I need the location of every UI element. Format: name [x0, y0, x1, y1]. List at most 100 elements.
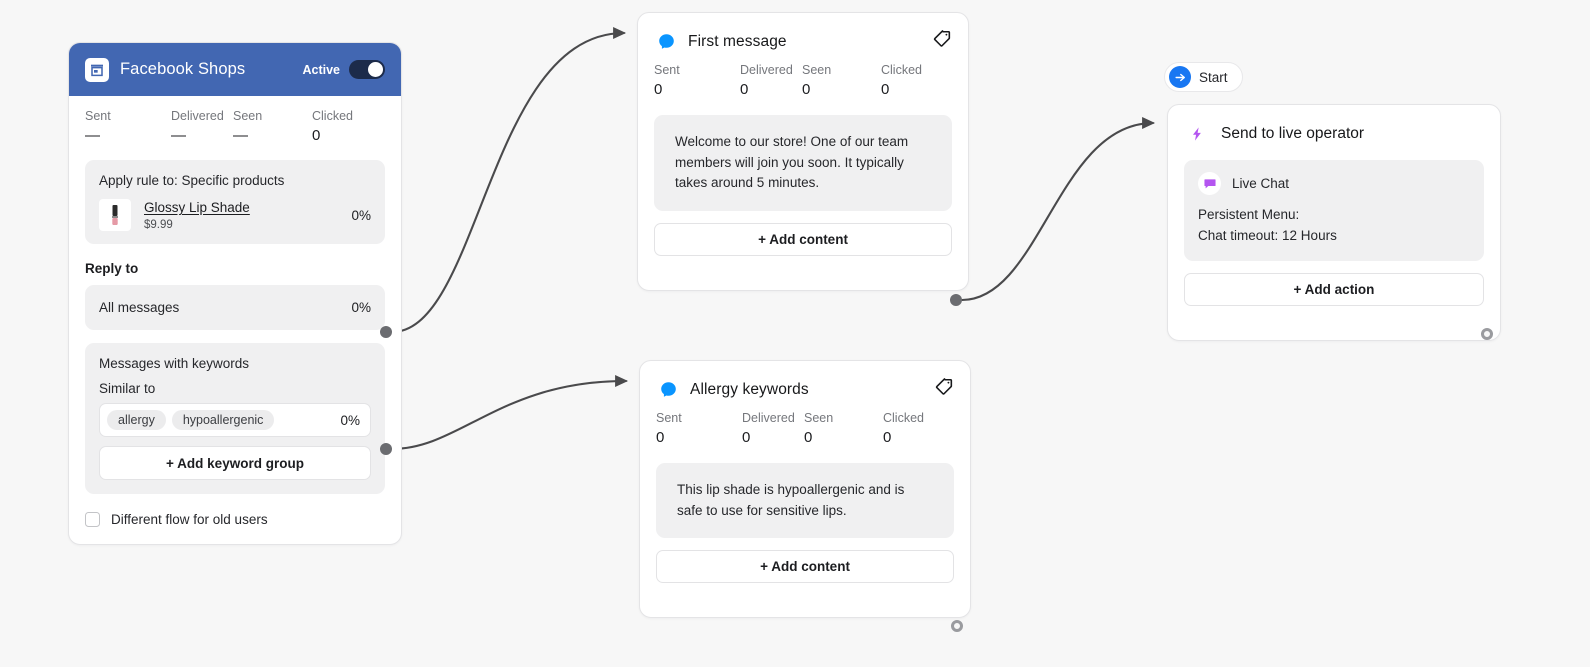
stat-seen: Seen 0: [802, 62, 881, 101]
product-name-link[interactable]: Glossy Lip Shade: [144, 200, 250, 215]
node-title: First message: [688, 32, 787, 50]
send-to-live-operator-node[interactable]: Send to live operator Live Chat Persiste…: [1167, 104, 1501, 341]
different-flow-row[interactable]: Different flow for old users: [69, 494, 401, 544]
stat-value: 0: [312, 127, 321, 144]
keyword-group-heading: Messages with keywords: [99, 356, 250, 371]
node-footer: [638, 256, 968, 290]
keyword-group-sublabel: Similar to: [99, 381, 156, 396]
stat-clicked: Clicked 0: [881, 62, 922, 101]
stat-seen: Seen 0: [804, 410, 883, 449]
different-flow-checkbox[interactable]: [85, 512, 100, 527]
stat-clicked: Clicked 0: [312, 108, 353, 147]
keyword-chip[interactable]: allergy: [107, 410, 166, 430]
stat-clicked: Clicked 0: [883, 410, 924, 449]
start-label: Start: [1199, 69, 1228, 85]
live-chat-icon: [1198, 172, 1221, 195]
persistent-menu-line: Persistent Menu:: [1198, 207, 1300, 222]
stat-value: 0: [654, 81, 663, 98]
start-badge[interactable]: Start: [1164, 62, 1243, 92]
stat-delivered: Delivered 0: [740, 62, 802, 101]
message-bubble[interactable]: This lip shade is hypoallergenic and is …: [656, 463, 954, 538]
stat-value: 0: [740, 81, 749, 98]
edge-keywords-to-allergy-keywords: [390, 374, 629, 451]
stat-value: 0: [656, 429, 665, 446]
node-header[interactable]: Allergy keywords: [640, 361, 970, 402]
product-percent: 0%: [351, 207, 371, 223]
shops-stats-row: Sent — Delivered — Seen — Clicked 0: [69, 96, 401, 151]
facebook-shops-storefront-icon: [85, 57, 109, 82]
lipstick-product-thumbnail: [99, 199, 131, 231]
stat-value: 0: [802, 81, 811, 98]
apply-rule-block[interactable]: Apply rule to: Specific products Glossy …: [85, 160, 385, 244]
stat-sent: Sent —: [85, 108, 171, 147]
message-stats-row: Sent 0 Delivered 0 Seen 0 Clicked 0: [638, 54, 968, 101]
keyword-chip[interactable]: hypoallergenic: [171, 410, 275, 430]
allergy-keywords-node[interactable]: Allergy keywords Sent 0 Delivered 0 Seen…: [639, 360, 971, 618]
stat-label: Seen: [802, 63, 832, 77]
stat-label: Sent: [85, 109, 111, 123]
arrow-right-circle-icon: [1169, 66, 1191, 88]
node-footer: [1168, 306, 1500, 340]
stat-label: Seen: [233, 109, 263, 123]
active-label: Active: [302, 62, 340, 77]
stat-label: Seen: [804, 411, 834, 425]
stat-label: Delivered: [742, 411, 795, 425]
edge-all-messages-to-first-message: [390, 27, 627, 334]
product-row[interactable]: Glossy Lip Shade $9.99 0%: [99, 199, 371, 231]
stat-sent: Sent 0: [656, 410, 742, 449]
active-toggle[interactable]: [349, 60, 385, 79]
reply-all-messages-row[interactable]: All messages 0%: [85, 285, 385, 330]
add-keyword-group-button[interactable]: + Add keyword group: [99, 446, 371, 480]
keyword-group-percent: 0%: [340, 412, 360, 428]
stat-label: Sent: [656, 411, 682, 425]
stat-delivered: Delivered 0: [742, 410, 804, 449]
output-handle-all-messages[interactable]: [380, 326, 392, 338]
node-header[interactable]: Send to live operator: [1168, 105, 1500, 146]
node-footer: [640, 583, 970, 617]
lightning-bolt-icon: [1184, 121, 1209, 146]
reply-to-label: Reply to: [85, 261, 139, 276]
message-stats-row: Sent 0 Delivered 0 Seen 0 Clicked 0: [640, 402, 970, 449]
keyword-chip-row[interactable]: allergy hypoallergenic 0%: [99, 403, 371, 437]
live-chat-block[interactable]: Live Chat Persistent Menu: Chat timeout:…: [1184, 160, 1484, 261]
product-meta: Glossy Lip Shade $9.99: [144, 199, 250, 231]
node-title: Facebook Shops: [120, 60, 246, 78]
output-handle-first-message[interactable]: [950, 294, 962, 306]
messenger-bubble-icon: [656, 377, 681, 402]
output-handle-allergy-keywords[interactable]: [951, 620, 963, 632]
node-title: Send to live operator: [1221, 124, 1365, 142]
stat-delivered: Delivered —: [171, 108, 233, 147]
stat-value: 0: [742, 429, 751, 446]
add-action-button[interactable]: + Add action: [1184, 273, 1484, 306]
stat-seen: Seen —: [233, 108, 312, 147]
flow-canvas[interactable]: Facebook Shops Active Sent — Delivered —…: [0, 0, 1590, 667]
stat-label: Clicked: [312, 109, 353, 123]
reply-all-messages-percent: 0%: [351, 300, 371, 315]
stat-label: Clicked: [883, 411, 924, 425]
different-flow-label: Different flow for old users: [111, 512, 268, 527]
message-bubble[interactable]: Welcome to our store! One of our team me…: [654, 115, 952, 211]
output-handle-keyword-group[interactable]: [380, 443, 392, 455]
stat-label: Sent: [654, 63, 680, 77]
tag-icon[interactable]: [934, 377, 954, 402]
stat-value: 0: [881, 81, 890, 98]
stat-label: Delivered: [740, 63, 793, 77]
output-handle-operator[interactable]: [1481, 328, 1493, 340]
stat-value: —: [85, 127, 100, 144]
first-message-node[interactable]: First message Sent 0 Delivered 0 Seen 0: [637, 12, 969, 291]
active-toggle-group[interactable]: Active: [302, 60, 385, 79]
stat-label: Clicked: [881, 63, 922, 77]
add-content-button[interactable]: + Add content: [656, 550, 954, 583]
apply-rule-title: Apply rule to: Specific products: [99, 173, 285, 188]
tag-icon[interactable]: [932, 29, 952, 54]
edge-first-message-to-operator: [960, 117, 1156, 302]
stat-label: Delivered: [171, 109, 224, 123]
reply-all-messages-label: All messages: [99, 300, 180, 315]
add-content-button[interactable]: + Add content: [654, 222, 952, 256]
node-header[interactable]: Facebook Shops Active: [69, 43, 401, 96]
node-title: Allergy keywords: [690, 380, 809, 398]
channel-row: Live Chat: [1198, 172, 1470, 195]
keyword-group-block[interactable]: Messages with keywords Similar to allerg…: [85, 343, 385, 494]
facebook-shops-node[interactable]: Facebook Shops Active Sent — Delivered —…: [68, 42, 402, 545]
node-header[interactable]: First message: [638, 13, 968, 54]
